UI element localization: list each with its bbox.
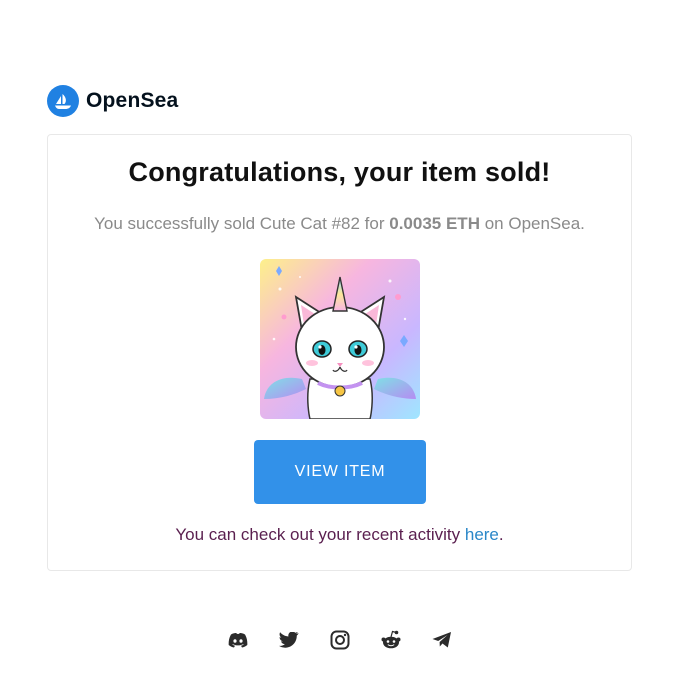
brand-name: OpenSea [86, 89, 179, 112]
unicorn-cat-icon [260, 259, 420, 419]
view-item-button[interactable]: VIEW ITEM [254, 440, 426, 504]
sale-price: 0.0035 ETH [389, 214, 480, 233]
activity-suffix: . [498, 525, 504, 544]
opensea-boat-icon [47, 85, 79, 117]
brand-header[interactable]: OpenSea [47, 85, 178, 117]
page-title: Congratulations, your item sold! [128, 157, 551, 187]
nft-image[interactable] [260, 259, 420, 419]
sale-message: You successfully sold Cute Cat #82 for 0… [48, 214, 631, 234]
activity-prefix: You can check out your recent activity [175, 525, 465, 544]
activity-link[interactable]: here [465, 525, 499, 544]
discord-icon[interactable] [226, 628, 250, 652]
telegram-icon[interactable] [430, 628, 454, 652]
twitter-icon[interactable] [277, 628, 301, 652]
instagram-icon[interactable] [328, 628, 352, 652]
email-page: OpenSea Congratulations, your item sold!… [0, 0, 680, 680]
reddit-icon[interactable] [379, 628, 403, 652]
activity-text: You can check out your recent activity h… [48, 525, 631, 545]
sale-message-prefix: You successfully sold Cute Cat #82 for [94, 214, 390, 233]
sale-card: Congratulations, your item sold! You suc… [47, 134, 632, 571]
sale-message-suffix: on OpenSea. [479, 214, 585, 233]
social-links [226, 628, 454, 652]
